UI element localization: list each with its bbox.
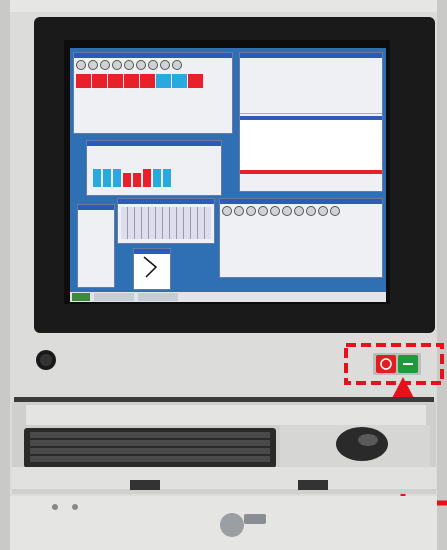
io-round-button[interactable] xyxy=(100,60,110,70)
cabinet-left-edge xyxy=(0,0,10,550)
io-round-button[interactable] xyxy=(112,60,122,70)
io-round-button[interactable] xyxy=(124,60,134,70)
io-round-button[interactable] xyxy=(76,60,86,70)
drawer-inner-top xyxy=(26,405,426,425)
relay-round-button[interactable] xyxy=(282,206,292,216)
window-keypad-panel[interactable] xyxy=(77,204,115,288)
relay-round-button[interactable] xyxy=(222,206,232,216)
drawer-handle-left xyxy=(130,480,160,490)
relay-round-button[interactable] xyxy=(294,206,304,216)
relay-round-button[interactable] xyxy=(270,206,280,216)
window-status-panel[interactable] xyxy=(239,52,383,192)
mouse-highlight xyxy=(358,434,378,446)
status-panel-alarm-bar xyxy=(240,170,382,174)
door-lock-tab xyxy=(244,514,266,524)
relay-round-button[interactable] xyxy=(234,206,244,216)
taskbar-task-1[interactable] xyxy=(94,293,134,301)
window-io-panel[interactable] xyxy=(73,52,233,134)
taskbar-task-2[interactable] xyxy=(138,293,178,301)
status-panel-top xyxy=(240,58,382,114)
window-bar-panel[interactable] xyxy=(86,140,222,196)
bar-graph xyxy=(93,169,171,187)
power-on-symbol xyxy=(403,363,413,365)
drawer-front xyxy=(12,467,436,489)
door-screw-1 xyxy=(52,504,58,510)
io-round-button[interactable] xyxy=(160,60,170,70)
io-round-button[interactable] xyxy=(136,60,146,70)
relay-round-button[interactable] xyxy=(318,206,328,216)
relay-round-button[interactable] xyxy=(306,206,316,216)
power-off-button[interactable] xyxy=(376,355,396,373)
window-onscreen-keyboard[interactable] xyxy=(117,198,215,244)
relay-round-button[interactable] xyxy=(258,206,268,216)
status-panel-list xyxy=(240,120,382,170)
relay-round-button[interactable] xyxy=(246,206,256,216)
onscreen-keys xyxy=(121,207,211,239)
taskbar-start-button[interactable] xyxy=(72,293,90,301)
clock-hands-icon xyxy=(143,256,158,278)
io-status-row xyxy=(74,72,232,90)
window-clock-panel[interactable] xyxy=(133,248,171,290)
io-round-button[interactable] xyxy=(148,60,158,70)
cabinet-right-edge xyxy=(437,0,447,550)
io-round-button[interactable] xyxy=(172,60,182,70)
photo-scene xyxy=(0,0,447,550)
usb-port-cover-inner xyxy=(40,354,52,366)
window-relay-panel[interactable] xyxy=(219,198,383,278)
door-screw-2 xyxy=(72,504,78,510)
drawer-handle-right xyxy=(298,480,328,490)
cabinet-top-edge xyxy=(0,0,447,12)
io-round-button[interactable] xyxy=(88,60,98,70)
relay-round-button[interactable] xyxy=(330,206,340,216)
door-lock[interactable] xyxy=(220,513,244,537)
